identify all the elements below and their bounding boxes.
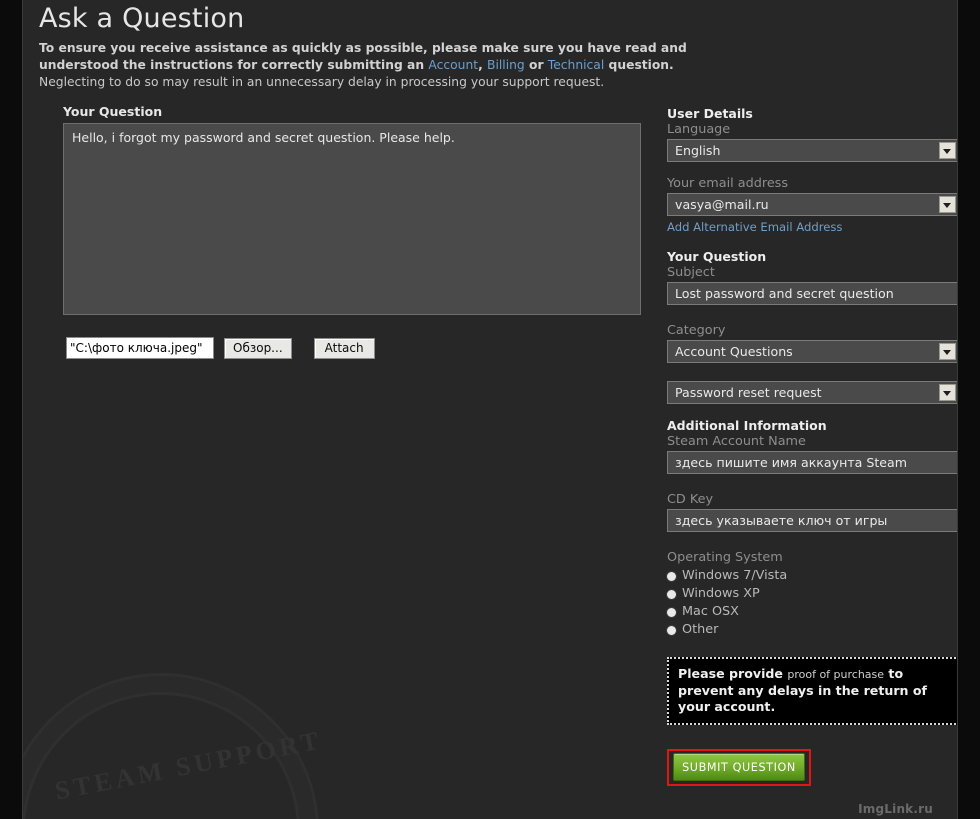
language-label: Language	[667, 122, 731, 137]
steam-account-name-input[interactable]	[667, 451, 957, 474]
intro-sep-2: or	[524, 58, 548, 72]
attachment-row: Обзор... Attach	[66, 337, 375, 359]
os-radio-label: Mac OSX	[682, 604, 739, 619]
subcategory-select[interactable]: Password reset request	[667, 381, 957, 404]
your-question-label-left: Your Question	[63, 104, 163, 119]
intro-sep-1: ,	[478, 58, 488, 72]
imglink-watermark: ImgLink.ru	[858, 802, 933, 816]
os-radio-label: Windows 7/Vista	[682, 568, 788, 583]
steam-account-name-label: Steam Account Name	[667, 434, 806, 449]
os-radio-windows-xp[interactable]: Windows XP	[667, 585, 957, 603]
radio-icon	[667, 607, 676, 617]
chevron-down-icon	[939, 384, 956, 401]
additional-information-heading: Additional Information	[667, 418, 827, 433]
chevron-down-icon	[939, 142, 956, 159]
email-select[interactable]: vasya@mail.ru	[667, 193, 957, 216]
page-root: STEAM SUPPORT Ask a Question To ensure y…	[0, 0, 980, 819]
subject-input[interactable]	[667, 282, 957, 305]
category-select[interactable]: Account Questions	[667, 340, 957, 363]
email-selected-value: vasya@mail.ru	[675, 197, 769, 212]
os-radio-label: Windows XP	[682, 586, 760, 601]
chevron-down-icon	[939, 196, 956, 213]
steam-support-seal-text: STEAM SUPPORT	[52, 725, 325, 806]
subcategory-selected-value: Password reset request	[675, 385, 822, 400]
cd-key-input[interactable]	[667, 509, 957, 532]
content-pane: STEAM SUPPORT Ask a Question To ensure y…	[22, 0, 958, 819]
chevron-down-icon	[939, 343, 956, 360]
question-textarea[interactable]	[63, 123, 641, 315]
attach-button[interactable]: Attach	[313, 337, 375, 359]
proof-of-purchase-notice: Please provide proof of purchase to prev…	[667, 657, 957, 725]
category-label: Category	[667, 323, 726, 338]
radio-icon	[667, 571, 676, 581]
technical-link[interactable]: Technical	[548, 58, 604, 72]
page-title: Ask a Question	[39, 3, 245, 34]
operating-system-radio-group: Windows 7/Vista Windows XP Mac OSX Other	[667, 567, 957, 639]
left-column: Your Question Обзор... Attach	[63, 104, 641, 359]
email-label: Your email address	[667, 176, 789, 191]
cd-key-label: CD Key	[667, 492, 714, 507]
browse-button[interactable]: Обзор...	[224, 337, 292, 359]
language-select[interactable]: English	[667, 139, 957, 162]
intro-text-2: question.	[604, 58, 674, 72]
intro-paragraph: To ensure you receive assistance as quic…	[39, 40, 689, 91]
right-column: User Details Language English Your email…	[667, 106, 957, 789]
radio-icon	[667, 625, 676, 635]
language-selected-value: English	[675, 143, 721, 158]
notice-bold-1: Please provide	[678, 666, 788, 681]
add-alternative-email-link[interactable]: Add Alternative Email Address	[667, 220, 842, 234]
notice-small-text: proof of purchase	[787, 668, 885, 681]
os-radio-label: Other	[682, 622, 719, 637]
file-path-input[interactable]	[66, 337, 214, 359]
operating-system-label: Operating System	[667, 550, 783, 565]
your-question-heading: Your Question	[667, 249, 767, 264]
os-radio-mac-osx[interactable]: Mac OSX	[667, 603, 957, 621]
page-header: Ask a Question To ensure you receive ass…	[39, 2, 699, 91]
billing-link[interactable]: Billing	[487, 58, 525, 72]
submit-question-button[interactable]: SUBMIT QUESTION	[673, 753, 805, 781]
account-link[interactable]: Account	[428, 58, 478, 72]
user-details-heading: User Details	[667, 106, 753, 121]
os-radio-other[interactable]: Other	[667, 621, 957, 639]
category-selected-value: Account Questions	[675, 344, 793, 359]
os-radio-windows-7-vista[interactable]: Windows 7/Vista	[667, 567, 957, 585]
proof-of-purchase-text: Please provide proof of purchase to prev…	[678, 666, 948, 715]
subject-label: Subject	[667, 265, 715, 280]
submit-area: SUBMIT QUESTION	[667, 749, 957, 789]
radio-icon	[667, 589, 676, 599]
intro-text-3: Neglecting to do so may result in an unn…	[39, 75, 605, 89]
